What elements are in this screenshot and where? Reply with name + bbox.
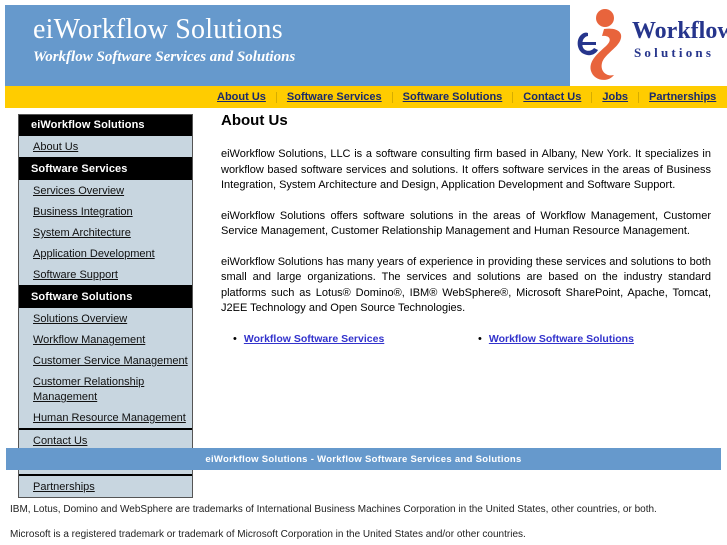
nav-divider bbox=[275, 91, 277, 103]
nav-item-contact-us[interactable]: Contact Us bbox=[521, 91, 583, 103]
sidebar-item-label: Application Development bbox=[33, 248, 155, 260]
content-paragraph-3: eiWorkflow Solutions has many years of e… bbox=[221, 255, 711, 315]
link-workflow-software-services[interactable]: Workflow Software Services bbox=[244, 332, 384, 346]
sidebar-item-customer-relationship-management[interactable]: Customer Relationship Management bbox=[19, 371, 192, 407]
sidebar-item-application-development[interactable]: Application Development bbox=[19, 243, 192, 264]
nav-item-software-solutions[interactable]: Software Solutions bbox=[401, 91, 505, 103]
logo-text-workflow: Workflow bbox=[632, 18, 727, 44]
sidebar-item-label: Contact Us bbox=[33, 435, 88, 447]
link-workflow-software-solutions[interactable]: Workflow Software Solutions bbox=[489, 332, 634, 346]
nav-divider bbox=[512, 91, 514, 103]
bullet-icon: • bbox=[478, 332, 482, 345]
sidebar-item-label: Software Support bbox=[33, 269, 118, 281]
related-links-column-right: • Workflow Software Solutions bbox=[466, 332, 711, 346]
site-header: eiWorkflow Solutions Workflow Software S… bbox=[5, 5, 727, 86]
ei-figure-logo-icon bbox=[577, 9, 622, 80]
sidebar-item-customer-service-management[interactable]: Customer Service Management bbox=[19, 350, 192, 371]
content-paragraph-2: eiWorkflow Solutions offers software sol… bbox=[221, 209, 711, 238]
sidebar-item-label: Solutions Overview bbox=[33, 313, 128, 325]
sidebar-item-label: Business Integration bbox=[33, 206, 133, 218]
sidebar-item-label: System Architecture bbox=[33, 227, 131, 239]
footer-bar: eiWorkflow Solutions - Workflow Software… bbox=[6, 448, 721, 470]
nav-links-container: About Us Software Services Software Solu… bbox=[215, 86, 718, 108]
header-title-block: eiWorkflow Solutions Workflow Software S… bbox=[33, 14, 295, 67]
nav-item-partnerships[interactable]: Partnerships bbox=[647, 91, 718, 103]
logo-text-block: Workflow Solutions bbox=[632, 18, 727, 61]
sidebar-item-system-architecture[interactable]: System Architecture bbox=[19, 222, 192, 243]
main-navigation-bar: About Us Software Services Software Solu… bbox=[5, 86, 727, 108]
sidebar-item-solutions-overview[interactable]: Solutions Overview bbox=[19, 308, 192, 329]
sidebar-heading-eiworkflow-solutions: eiWorkflow Solutions bbox=[19, 115, 192, 136]
sidebar-item-label: About Us bbox=[33, 141, 79, 153]
sidebar-navigation: eiWorkflow Solutions About Us Software S… bbox=[18, 114, 193, 498]
bullet-icon: • bbox=[233, 332, 237, 345]
sidebar-item-partnerships[interactable]: Partnerships bbox=[19, 474, 192, 497]
sidebar-item-about-us[interactable]: About Us bbox=[19, 136, 192, 157]
sidebar-item-label: Customer Service Management bbox=[33, 355, 188, 367]
sidebar-item-software-support[interactable]: Software Support bbox=[19, 264, 192, 285]
sidebar-item-services-overview[interactable]: Services Overview bbox=[19, 180, 192, 201]
site-tagline: Workflow Software Services and Solutions bbox=[33, 49, 296, 65]
sidebar-item-business-integration[interactable]: Business Integration bbox=[19, 201, 192, 222]
content-paragraph-1: eiWorkflow Solutions, LLC is a software … bbox=[221, 148, 711, 191]
sidebar-item-label: Partnerships bbox=[33, 481, 95, 493]
sidebar-group-company: eiWorkflow Solutions About Us bbox=[19, 115, 192, 157]
nav-item-software-services[interactable]: Software Services bbox=[285, 91, 384, 103]
sidebar-item-workflow-management[interactable]: Workflow Management bbox=[19, 329, 192, 350]
main-content: About Us eiWorkflow Solutions, LLC is a … bbox=[221, 112, 711, 346]
nav-divider bbox=[638, 91, 640, 103]
sidebar-item-human-resource-management[interactable]: Human Resource Management bbox=[19, 407, 192, 428]
sidebar-item-label: Human Resource Management bbox=[33, 412, 186, 424]
related-links-column-left: • Workflow Software Services bbox=[221, 332, 466, 346]
nav-item-about-us[interactable]: About Us bbox=[215, 91, 268, 103]
logo-text-solutions: Solutions bbox=[634, 45, 715, 60]
logo-panel: Workflow Solutions bbox=[570, 5, 727, 86]
page-title: About Us bbox=[221, 112, 288, 129]
related-links-row: • Workflow Software Services • Workflow … bbox=[221, 332, 711, 346]
nav-divider bbox=[391, 91, 393, 103]
sidebar-item-label: Customer Relationship Management bbox=[33, 376, 145, 403]
sidebar-group-software-services: Software Services Services Overview Busi… bbox=[19, 157, 192, 285]
nav-item-jobs[interactable]: Jobs bbox=[600, 91, 630, 103]
trademark-notice-microsoft: Microsoft is a registered trademark or t… bbox=[10, 529, 526, 540]
nav-divider bbox=[591, 91, 593, 103]
sidebar-item-label: Services Overview bbox=[33, 185, 125, 197]
sidebar-heading-software-solutions: Software Solutions bbox=[19, 287, 192, 308]
site-title: eiWorkflow Solutions bbox=[33, 14, 283, 45]
footer-bar-text: eiWorkflow Solutions - Workflow Software… bbox=[205, 453, 522, 465]
sidebar-group-software-solutions: Software Solutions Solutions Overview Wo… bbox=[19, 285, 192, 428]
sidebar-heading-software-services: Software Services bbox=[19, 159, 192, 180]
trademark-notice-ibm: IBM, Lotus, Domino and WebSphere are tra… bbox=[10, 504, 657, 515]
sidebar-item-label: Workflow Management bbox=[33, 334, 146, 346]
